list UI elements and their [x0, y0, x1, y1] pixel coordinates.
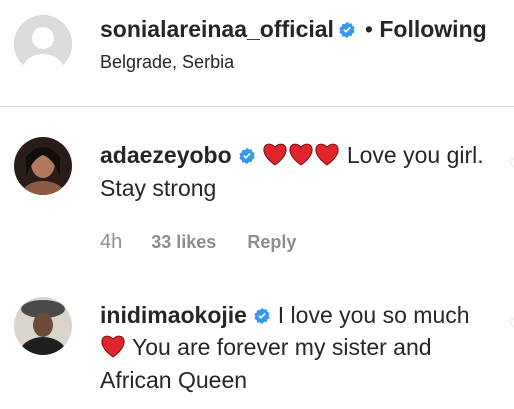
comment-item: inidimaokojie I love you so much You are…	[0, 297, 514, 409]
comment-meta: 4h 33 likes Reply	[100, 231, 296, 254]
reply-button[interactable]: Reply	[247, 232, 296, 252]
comment-likes-count[interactable]: 33 likes	[151, 232, 216, 252]
verified-badge-icon	[253, 302, 271, 332]
commenter-avatar[interactable]	[14, 137, 72, 195]
like-heart-icon[interactable]: ♡	[508, 315, 514, 331]
post-header: sonialareinaa_official • Following Belgr…	[0, 0, 514, 107]
comment-body-end: You are forever my sister and African Qu…	[100, 333, 432, 393]
comment-age: 4h	[100, 231, 123, 253]
comment-body-start: I love you so much	[271, 302, 470, 328]
location-link[interactable]: Belgrade, Serbia	[100, 52, 234, 73]
verified-badge-icon	[238, 142, 256, 172]
red-heart-icon	[100, 334, 126, 365]
comment-username[interactable]: adaezeyobo	[100, 142, 232, 168]
commenter-avatar[interactable]	[14, 297, 72, 355]
comment-item: adaezeyobo Love you girl. Stay strong 4h…	[0, 137, 514, 277]
comment-text: adaezeyobo Love you girl. Stay strong	[100, 140, 495, 203]
red-heart-icon	[288, 142, 314, 173]
default-avatar-icon[interactable]	[14, 15, 72, 73]
red-heart-icon	[314, 142, 340, 173]
post-author-username[interactable]: sonialareinaa_official	[100, 16, 334, 42]
verified-badge-icon	[338, 21, 356, 44]
header-title-row: sonialareinaa_official • Following	[100, 16, 487, 44]
following-button[interactable]: Following	[379, 16, 486, 42]
like-heart-icon[interactable]: ♡	[508, 155, 514, 171]
comment-username[interactable]: inidimaokojie	[100, 302, 247, 328]
comment-text: inidimaokojie I love you so much You are…	[100, 300, 495, 395]
separator-dot: •	[364, 16, 373, 42]
red-heart-icon	[262, 142, 288, 173]
